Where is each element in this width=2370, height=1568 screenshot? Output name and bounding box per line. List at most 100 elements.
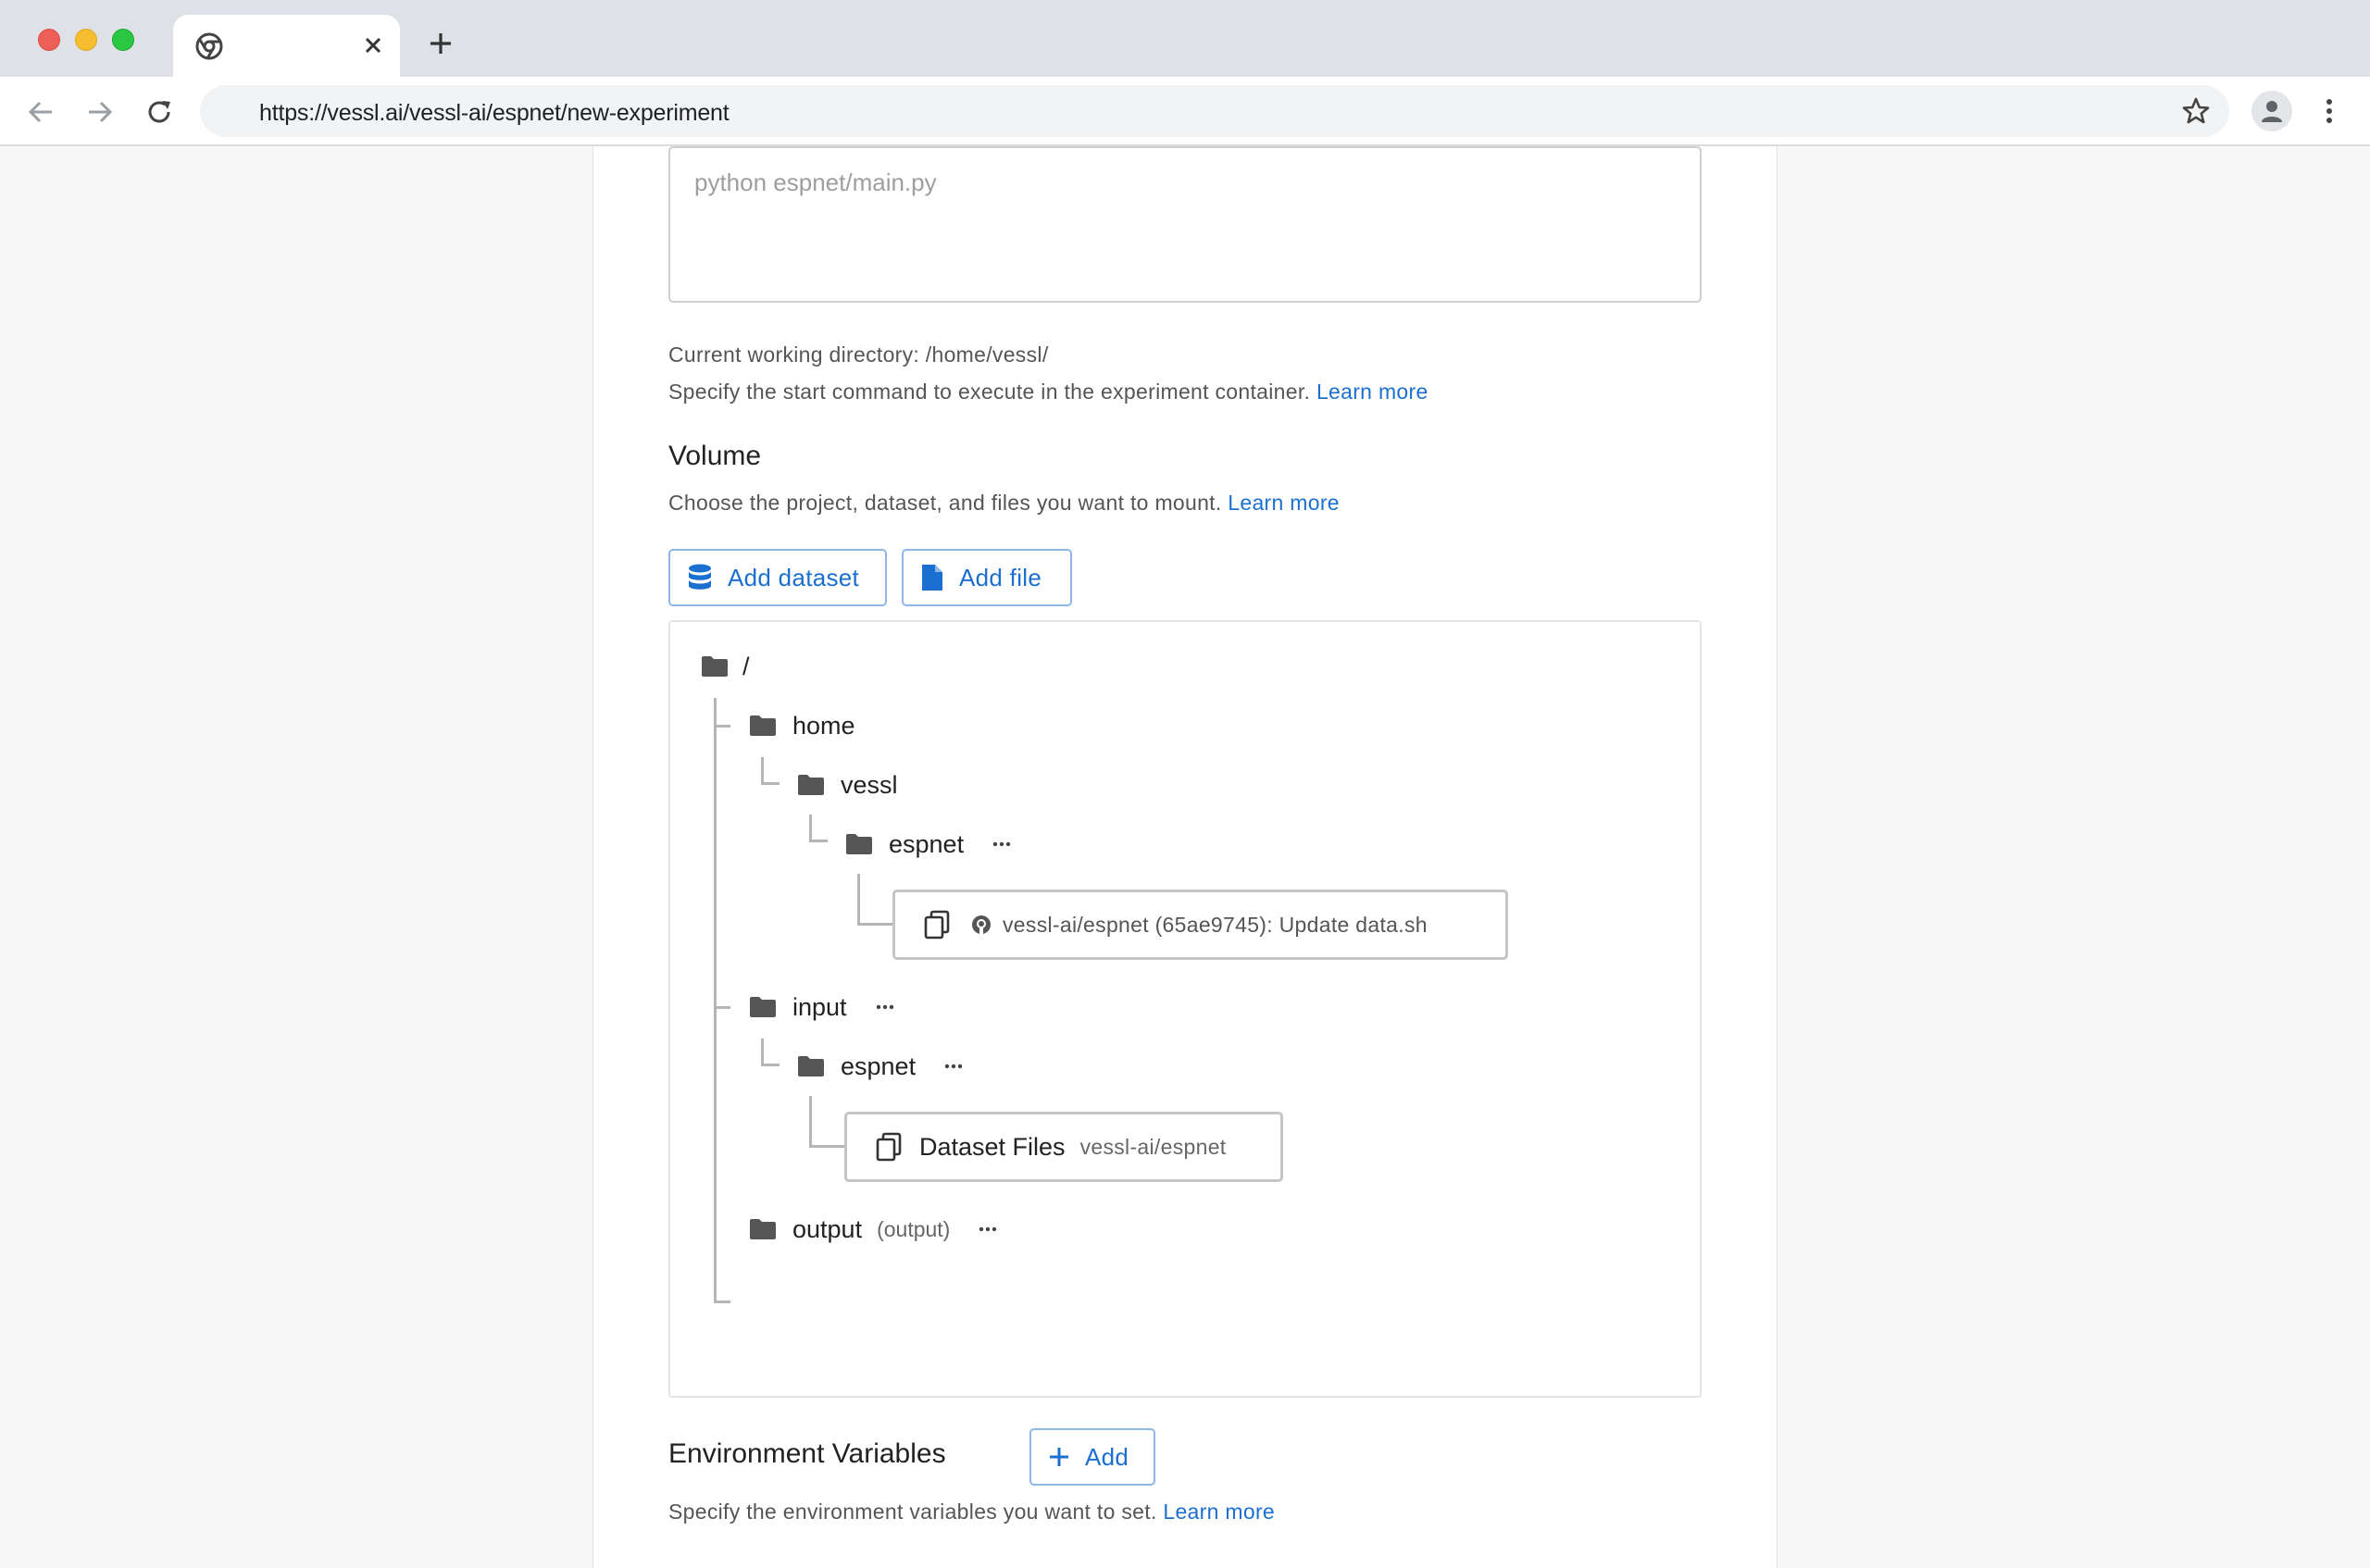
cwd-text: Current working directory: /home/vessl/: [668, 342, 1049, 367]
dataset-mount-subtitle: vessl-ai/espnet: [1079, 1134, 1227, 1159]
tree-node-label: vessl: [841, 770, 898, 799]
tree-connector: [761, 1064, 780, 1066]
back-button[interactable]: [22, 93, 59, 131]
tree-node-vessl: vessl: [798, 766, 898, 803]
browser-tab[interactable]: [173, 15, 400, 77]
tree-connector: [714, 1006, 730, 1009]
env-learn-more-link[interactable]: Learn more: [1163, 1500, 1275, 1524]
volume-mount-tree: / home vessl espnet vessl-ai/espnet (65a…: [668, 620, 1702, 1398]
more-options-button[interactable]: [976, 1217, 1000, 1241]
window-maximize-button[interactable]: [112, 29, 134, 51]
window-minimize-button[interactable]: [75, 29, 97, 51]
tree-node-label: espnet: [841, 1052, 917, 1080]
tree-node-espnet-input: espnet: [798, 1048, 966, 1085]
folder-icon: [750, 1219, 776, 1239]
folder-icon: [798, 775, 824, 795]
start-command-learn-more-link[interactable]: Learn more: [1316, 380, 1428, 404]
close-icon: [365, 37, 381, 54]
url-text[interactable]: https://vessl.ai/vessl-ai/espnet/new-exp…: [259, 100, 730, 127]
plus-icon: [1050, 1448, 1068, 1466]
env-section-title: Environment Variables: [668, 1438, 946, 1469]
add-dataset-button[interactable]: Add dataset: [668, 549, 887, 606]
dataset-mount-card[interactable]: Dataset Files vessl-ai/espnet: [844, 1112, 1283, 1182]
volume-section-title: Volume: [668, 441, 762, 471]
plus-icon: [430, 33, 451, 54]
add-file-button[interactable]: Add file: [902, 549, 1072, 606]
tree-node-espnet-code: espnet: [846, 826, 1014, 863]
tree-connector: [761, 757, 764, 785]
more-options-button[interactable]: [942, 1054, 966, 1078]
folder-icon: [750, 997, 776, 1017]
address-bar[interactable]: https://vessl.ai/vessl-ai/espnet/new-exp…: [200, 85, 2229, 137]
new-tab-button[interactable]: [424, 27, 457, 60]
start-command-input[interactable]: python espnet/main.py: [668, 146, 1702, 303]
forward-button[interactable]: [81, 93, 118, 131]
more-options-button[interactable]: [873, 995, 897, 1019]
volume-help-text: Choose the project, dataset, and files y…: [668, 491, 1222, 515]
env-help-text: Specify the environment variables you wa…: [668, 1500, 1157, 1524]
tree-connector: [857, 874, 860, 926]
more-horizontal-icon: [876, 1004, 893, 1010]
tree-connector: [809, 1096, 812, 1148]
start-command-help-text: Specify the start command to execute in …: [668, 380, 1311, 404]
folder-icon: [798, 1056, 824, 1076]
page-viewport: python espnet/main.py Current working di…: [0, 146, 2370, 1568]
window-close-button[interactable]: [38, 29, 60, 51]
tree-connector: [761, 1039, 764, 1066]
github-mount-text: vessl-ai/espnet (65ae9745): Update data.…: [1003, 912, 1428, 937]
tree-connector: [714, 725, 730, 728]
tree-connector: [809, 1145, 844, 1148]
folder-icon: [750, 716, 776, 736]
kebab-menu-icon: [2326, 99, 2332, 123]
tree-node-input: input: [750, 989, 897, 1026]
env-help: Specify the environment variables you wa…: [668, 1500, 1275, 1524]
more-horizontal-icon: [979, 1226, 997, 1232]
tree-connector: [714, 698, 717, 1303]
add-env-variable-button[interactable]: Add: [1029, 1428, 1155, 1486]
tree-connector: [714, 1300, 730, 1303]
browser-toolbar: https://vessl.ai/vessl-ai/espnet/new-exp…: [0, 77, 2370, 146]
tree-connector: [809, 815, 812, 842]
tree-node-root: /: [702, 648, 750, 685]
github-icon: [972, 915, 991, 934]
dataset-mount-title: Dataset Files: [919, 1132, 1066, 1161]
tree-connector: [761, 782, 780, 785]
tree-node-label: espnet: [889, 829, 965, 858]
tree-connector: [857, 923, 892, 926]
tab-close-button[interactable]: [358, 31, 388, 60]
add-dataset-label: Add dataset: [728, 563, 860, 591]
file-icon: [922, 565, 942, 591]
browser-menu-button[interactable]: [2313, 94, 2346, 128]
github-mount-card[interactable]: vessl-ai/espnet (65ae9745): Update data.…: [892, 890, 1508, 960]
person-icon: [2262, 101, 2282, 122]
copy-icon: [924, 910, 950, 940]
bookmark-star-icon[interactable]: [2181, 96, 2211, 126]
arrow-right-icon: [89, 101, 113, 123]
tree-node-label: home: [792, 711, 855, 740]
tree-node-label: input: [792, 992, 847, 1021]
start-command-placeholder: python espnet/main.py: [694, 168, 937, 196]
profile-avatar-button[interactable]: [2252, 91, 2292, 131]
database-icon: [689, 564, 711, 590]
reload-icon: [148, 101, 170, 123]
more-options-button[interactable]: [990, 832, 1014, 856]
folder-icon: [702, 656, 728, 677]
folder-icon: [846, 834, 872, 854]
volume-help: Choose the project, dataset, and files y…: [668, 491, 1340, 516]
arrow-left-icon: [28, 101, 52, 123]
more-horizontal-icon: [992, 841, 1011, 847]
add-env-variable-label: Add: [1085, 1442, 1129, 1471]
experiment-form-panel: python espnet/main.py Current working di…: [592, 146, 1778, 1568]
volume-learn-more-link[interactable]: Learn more: [1228, 491, 1340, 515]
start-command-help: Specify the start command to execute in …: [668, 380, 1428, 404]
browser-tab-bar: [0, 0, 2370, 77]
output-tag: (output): [877, 1216, 951, 1241]
tree-connector: [809, 840, 828, 842]
reload-button[interactable]: [141, 93, 178, 131]
tree-node-label: /: [742, 652, 750, 680]
add-file-label: Add file: [959, 563, 1042, 591]
chrome-icon: [195, 32, 223, 60]
more-horizontal-icon: [944, 1064, 963, 1069]
tree-node-home: home: [750, 707, 855, 744]
tree-node-output: output (output): [750, 1211, 1000, 1248]
